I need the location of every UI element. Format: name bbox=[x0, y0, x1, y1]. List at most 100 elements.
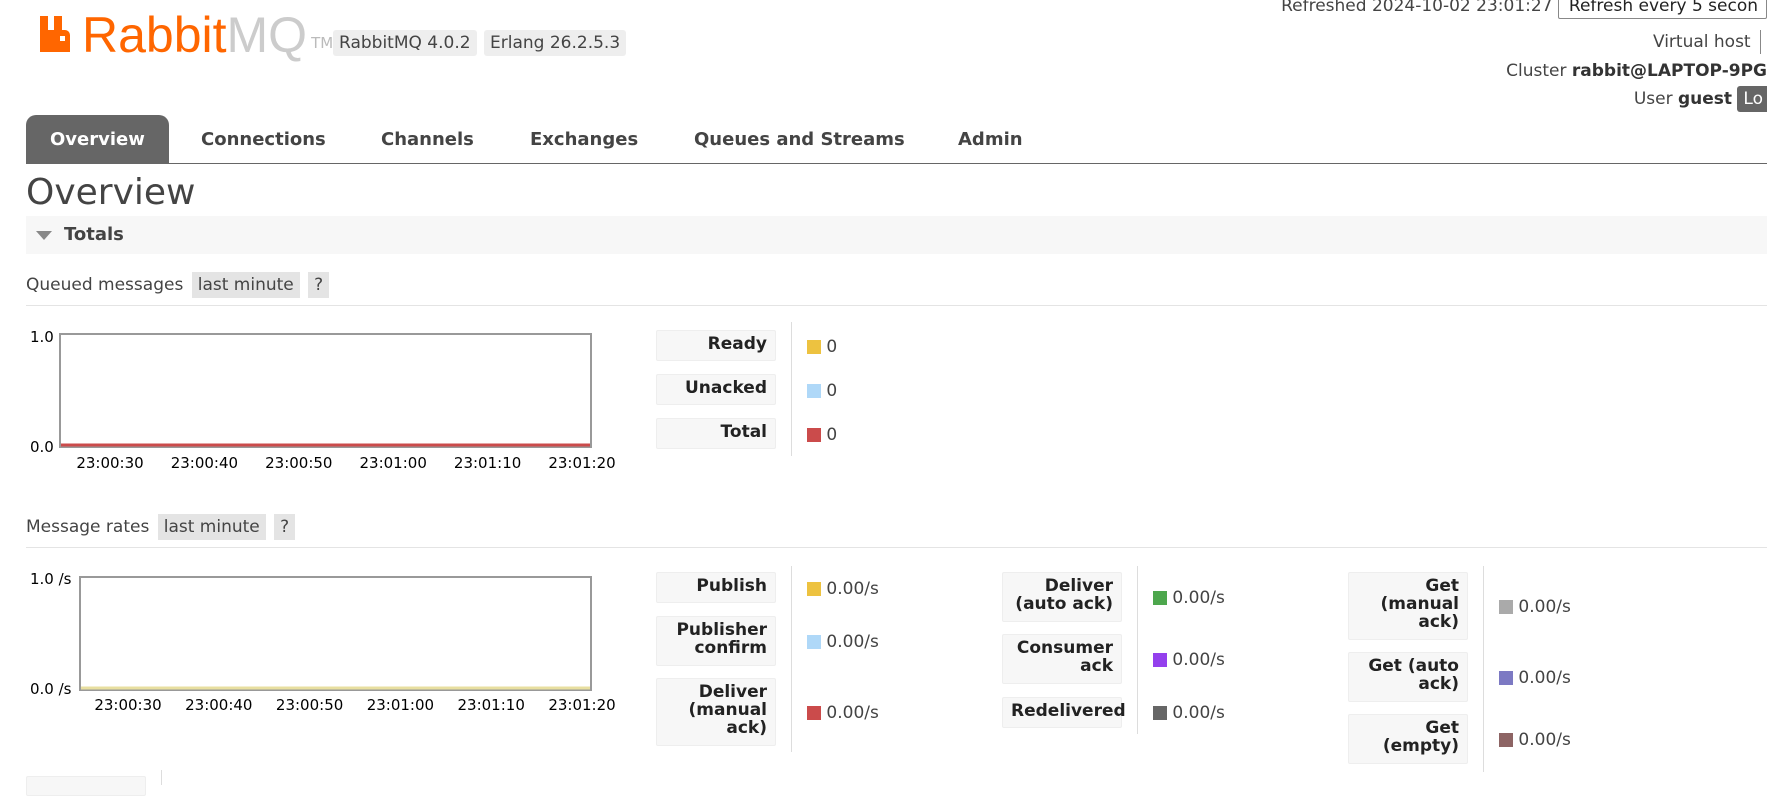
message-rates-title: Message rates bbox=[26, 517, 150, 537]
tab-admin[interactable]: Admin bbox=[958, 115, 1023, 163]
queued-plot-area bbox=[59, 333, 592, 448]
main-nav-tabs: Overview Connections Channels Exchanges … bbox=[26, 115, 1767, 164]
totals-label: Totals bbox=[64, 224, 124, 245]
rabbitmq-version-badge: RabbitMQ 4.0.2 bbox=[333, 30, 477, 56]
legend-publisher-confirm-label[interactable]: Publisher confirm bbox=[656, 616, 776, 666]
refresh-interval-select[interactable]: Refresh every 5 secon bbox=[1557, 0, 1767, 19]
tab-connections[interactable]: Connections bbox=[201, 115, 326, 163]
brand-name-part1: Rabbit bbox=[82, 7, 227, 63]
user-row: User guest Lo bbox=[1633, 86, 1767, 112]
unacked-swatch bbox=[807, 384, 821, 398]
get-manual-ack-swatch bbox=[1499, 600, 1513, 614]
totals-section-toggle[interactable]: Totals bbox=[26, 216, 1767, 254]
redelivered-swatch bbox=[1153, 706, 1167, 720]
legend-deliver-manual-ack-value: 0.00/s bbox=[807, 703, 879, 723]
collapse-triangle-icon bbox=[36, 231, 52, 240]
legend-divider bbox=[791, 322, 792, 456]
consumer-ack-swatch bbox=[1153, 653, 1167, 667]
queued-x-ticks: 23:00:30 23:00:40 23:00:50 23:01:00 23:01:10… bbox=[76, 454, 615, 472]
legend-redelivered-label[interactable]: Redelivered bbox=[1002, 697, 1126, 728]
next-divider-partial bbox=[161, 770, 162, 785]
message-rates-chart: 1.0 /s 0.0 /s 23:00:30 23:00:40 23:00:50 23… bbox=[30, 570, 616, 714]
rates-help-button[interactable]: ? bbox=[274, 514, 296, 540]
legend-total-value: 0 bbox=[807, 425, 837, 445]
rates-x-tick: 23:00:50 bbox=[276, 696, 343, 714]
get-empty-swatch bbox=[1499, 733, 1513, 747]
cluster-label: Cluster bbox=[1506, 61, 1567, 81]
legend-total-label[interactable]: Total bbox=[656, 418, 776, 449]
rates-divider-3 bbox=[1483, 566, 1484, 772]
queued-x-tick: 23:01:20 bbox=[548, 454, 615, 472]
rates-plot-area bbox=[79, 576, 592, 691]
queued-x-tick: 23:00:30 bbox=[76, 454, 143, 472]
brand-name-part2: MQ bbox=[226, 7, 308, 63]
next-section-partial bbox=[26, 776, 146, 796]
legend-publisher-confirm-value: 0.00/s bbox=[807, 632, 879, 652]
publish-swatch bbox=[807, 582, 821, 596]
erlang-version-badge: Erlang 26.2.5.3 bbox=[484, 30, 627, 56]
legend-unacked-label[interactable]: Unacked bbox=[656, 374, 776, 405]
queued-messages-chart: 1.0 0.0 23:00:30 23:00:40 23:00:50 23:01:00… bbox=[30, 328, 616, 472]
virtual-host-row: Virtual host bbox=[1653, 30, 1761, 54]
queued-x-tick: 23:01:00 bbox=[360, 454, 427, 472]
tab-channels[interactable]: Channels bbox=[381, 115, 474, 163]
message-rates-header: Message rates last minute ? bbox=[26, 514, 1767, 548]
tab-exchanges[interactable]: Exchanges bbox=[530, 115, 638, 163]
logout-button[interactable]: Lo bbox=[1737, 86, 1767, 112]
legend-unacked-value: 0 bbox=[807, 381, 837, 401]
publisher-confirm-swatch bbox=[807, 635, 821, 649]
legend-deliver-manual-ack-label[interactable]: Deliver (manual ack) bbox=[656, 678, 776, 746]
virtual-host-select[interactable] bbox=[1760, 30, 1761, 54]
legend-redelivered-value: 0.00/s bbox=[1153, 703, 1225, 723]
rates-x-tick: 23:00:40 bbox=[185, 696, 252, 714]
rates-divider-2 bbox=[1137, 566, 1138, 734]
rates-x-tick: 23:01:10 bbox=[458, 696, 525, 714]
legend-publish-label[interactable]: Publish bbox=[656, 572, 776, 603]
rabbitmq-logo-icon bbox=[40, 16, 70, 52]
legend-publish-value: 0.00/s bbox=[807, 579, 879, 599]
queued-messages-title: Queued messages bbox=[26, 275, 184, 295]
rates-range-button[interactable]: last minute bbox=[157, 514, 266, 540]
rates-y-max-label: 1.0 /s bbox=[30, 570, 72, 588]
tab-queues-and-streams[interactable]: Queues and Streams bbox=[694, 115, 905, 163]
deliver-manual-ack-swatch bbox=[807, 706, 821, 720]
total-swatch bbox=[807, 428, 821, 442]
refreshed-label: Refreshed 2024-10-02 23:01:27 bbox=[1281, 0, 1553, 16]
rates-divider-1 bbox=[791, 566, 792, 752]
queued-x-tick: 23:00:50 bbox=[265, 454, 332, 472]
queued-x-tick: 23:00:40 bbox=[171, 454, 238, 472]
user-name: guest bbox=[1677, 89, 1733, 109]
legend-get-auto-ack-value: 0.00/s bbox=[1499, 668, 1571, 688]
legend-get-empty-label[interactable]: Get (empty) bbox=[1348, 714, 1468, 764]
legend-consumer-ack-label[interactable]: Consumer ack bbox=[1002, 634, 1122, 684]
queued-y-min-label: 0.0 bbox=[30, 438, 54, 456]
legend-get-manual-ack-value: 0.00/s bbox=[1499, 597, 1571, 617]
queued-x-tick: 23:01:10 bbox=[454, 454, 521, 472]
virtual-host-label: Virtual host bbox=[1652, 32, 1751, 52]
rates-x-tick: 23:00:30 bbox=[94, 696, 161, 714]
legend-deliver-auto-ack-label[interactable]: Deliver (auto ack) bbox=[1002, 572, 1122, 622]
legend-ready-label[interactable]: Ready bbox=[656, 330, 776, 361]
legend-consumer-ack-value: 0.00/s bbox=[1153, 650, 1225, 670]
queued-y-max-label: 1.0 bbox=[30, 328, 54, 346]
legend-ready-value: 0 bbox=[807, 337, 837, 357]
rates-x-tick: 23:01:00 bbox=[367, 696, 434, 714]
ready-swatch bbox=[807, 340, 821, 354]
tab-overview[interactable]: Overview bbox=[26, 115, 169, 163]
legend-get-empty-value: 0.00/s bbox=[1499, 730, 1571, 750]
page-title: Overview bbox=[26, 172, 196, 213]
user-label: User bbox=[1633, 89, 1673, 109]
legend-get-auto-ack-label[interactable]: Get (auto ack) bbox=[1348, 652, 1468, 702]
cluster-row: Cluster rabbit@LAPTOP-9PG bbox=[1506, 61, 1767, 81]
trademark: TM bbox=[311, 34, 334, 52]
legend-get-manual-ack-label[interactable]: Get (manual ack) bbox=[1348, 572, 1468, 640]
queued-range-button[interactable]: last minute bbox=[191, 272, 300, 298]
cluster-name: rabbit@LAPTOP-9PG bbox=[1571, 61, 1767, 81]
rates-x-tick: 23:01:20 bbox=[548, 696, 615, 714]
queued-help-button[interactable]: ? bbox=[308, 272, 330, 298]
get-auto-ack-swatch bbox=[1499, 671, 1513, 685]
rabbitmq-logo: Rabbit MQ TM bbox=[40, 4, 333, 60]
refresh-row: Refreshed 2024-10-02 23:01:27 Refresh ev… bbox=[1281, 0, 1767, 19]
queued-messages-header: Queued messages last minute ? bbox=[26, 272, 1767, 306]
rates-y-min-label: 0.0 /s bbox=[30, 680, 72, 698]
